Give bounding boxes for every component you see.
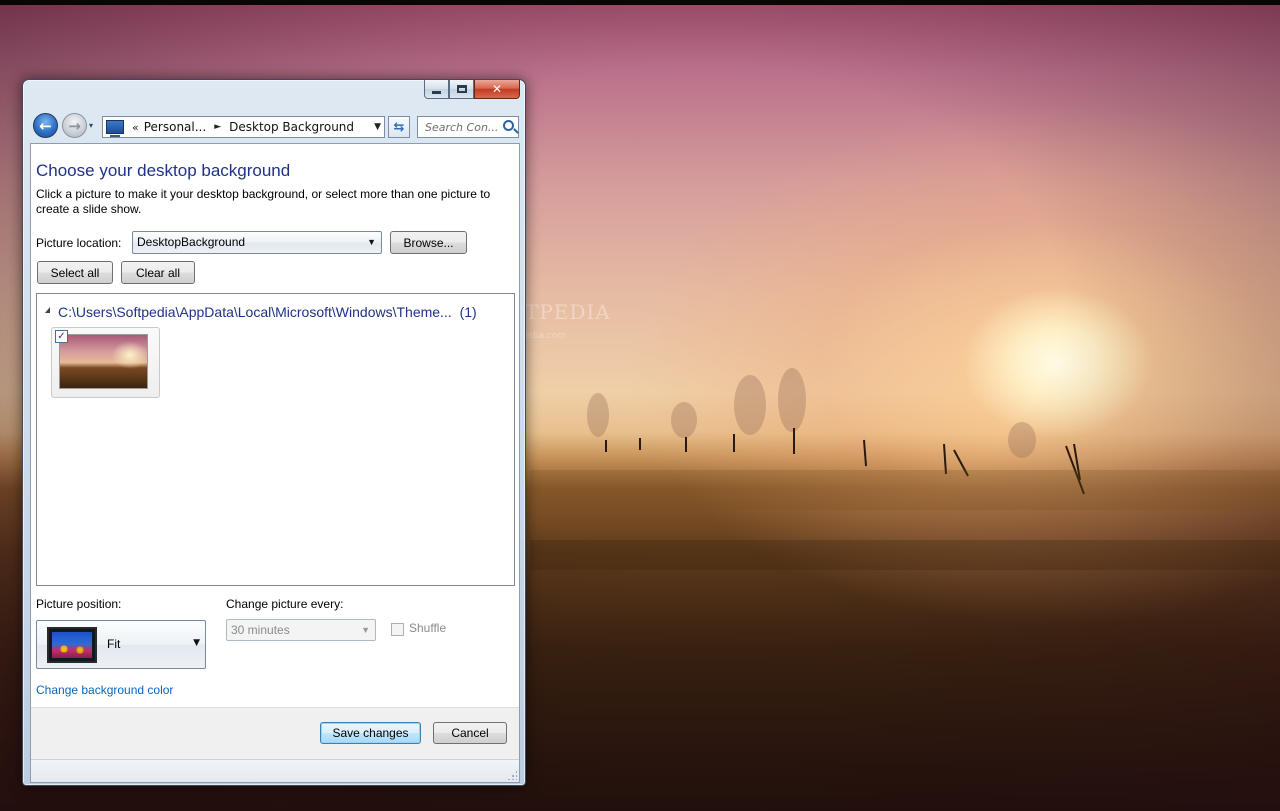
picture-thumbnail[interactable]: ✓ [51,327,160,398]
picture-position-label: Picture position: [36,597,122,611]
back-button[interactable]: ← [33,113,58,138]
close-icon: ✕ [491,82,503,96]
picture-location-label: Picture location: [36,236,122,250]
maximize-icon [456,85,467,93]
thumbnail-image [59,334,148,389]
breadcrumb-desktop-background[interactable]: Desktop Background [229,120,354,134]
save-changes-button[interactable]: Save changes [320,722,421,744]
shuffle-label: Shuffle [409,621,447,635]
breadcrumb-separator-icon[interactable]: ► [214,122,221,132]
clear-all-button[interactable]: Clear all [121,261,195,284]
cancel-button[interactable]: Cancel [433,722,507,744]
change-picture-value: 30 minutes [231,623,290,637]
position-preview [47,627,97,663]
thumbnail-checkbox[interactable]: ✓ [55,330,68,343]
refresh-button[interactable]: ⇆ [388,116,410,138]
control-panel-icon [106,120,124,137]
picture-group-count: (1) [459,304,477,320]
shuffle-checkbox[interactable] [391,623,404,636]
picture-position-dropdown[interactable]: Fit ▼ [36,620,206,669]
caption-buttons: ✕ [424,80,520,100]
forward-button[interactable]: → [62,113,87,138]
address-dropdown-icon[interactable]: ▼ [374,122,381,132]
status-bar [31,759,519,782]
chevron-down-icon: ▼ [361,625,370,635]
picture-location-value: DesktopBackground [137,235,246,249]
resize-grip-icon[interactable] [507,770,517,780]
search-input[interactable] [418,117,502,137]
address-bar[interactable]: « Personal... ► Desktop Background ▼ [102,116,385,138]
page-title: Choose your desktop background [36,161,291,180]
picture-position-value: Fit [107,637,121,651]
select-all-button[interactable]: Select all [37,261,113,284]
chevron-down-icon: ▼ [367,237,376,247]
flower-wallpaper-icon [52,632,92,658]
desktop-background-window: ✕ ← → ▾ « Personal... ► Desktop Backgrou… [22,79,526,786]
picture-group-path: C:\Users\Softpedia\AppData\Local\Microso… [58,304,452,320]
search-icon[interactable] [503,120,514,131]
chevron-down-icon: ▼ [193,638,200,648]
close-button[interactable]: ✕ [474,80,520,99]
breadcrumb-overflow[interactable]: « [132,121,139,134]
picture-group-header[interactable]: C:\Users\Softpedia\AppData\Local\Microso… [58,304,477,320]
back-arrow-icon: ← [39,116,52,135]
picture-list[interactable]: C:\Users\Softpedia\AppData\Local\Microso… [36,293,515,586]
search-box [417,116,519,138]
minimize-icon [432,90,441,94]
navigation-bar: ← → ▾ « Personal... ► Desktop Background… [31,110,521,140]
collapse-group-icon[interactable] [45,307,50,313]
browse-button[interactable]: Browse... [390,231,467,254]
change-picture-interval-dropdown[interactable]: 30 minutes ▼ [226,619,376,641]
change-picture-label: Change picture every: [226,597,344,611]
minimize-button[interactable] [424,80,449,99]
client-area: Choose your desktop background Click a p… [30,143,520,783]
breadcrumb-personalization[interactable]: Personal... [144,120,206,134]
refresh-icon: ⇆ [393,119,405,135]
maximize-button[interactable] [449,80,474,99]
forward-arrow-icon: → [68,116,81,135]
recent-pages-button[interactable]: ▾ [89,121,93,130]
picture-location-dropdown[interactable]: DesktopBackground ▼ [132,231,382,254]
change-background-color-link[interactable]: Change background color [36,683,173,697]
dialog-footer: Save changes Cancel [31,707,519,759]
page-description: Click a picture to make it your desktop … [36,187,491,216]
